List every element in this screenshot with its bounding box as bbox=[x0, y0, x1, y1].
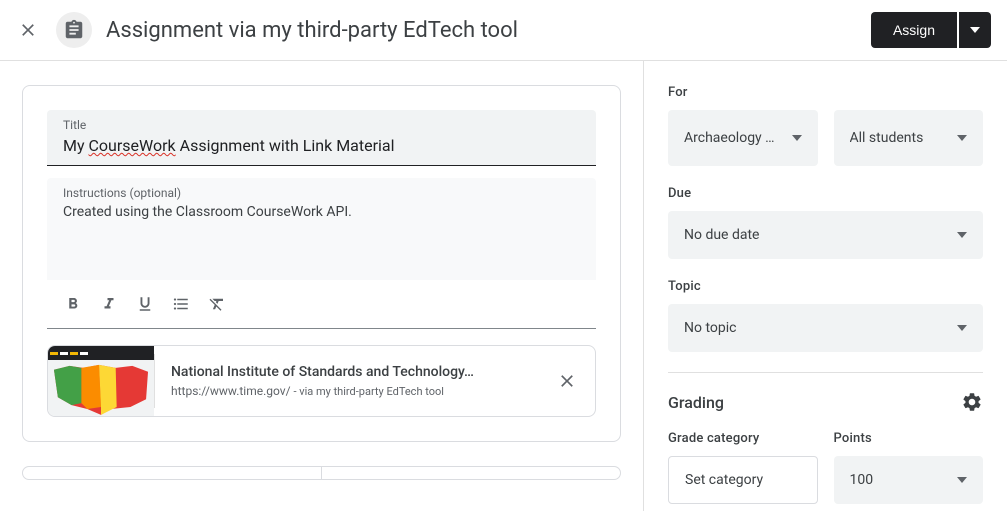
divider bbox=[668, 372, 983, 373]
assign-dropdown-button[interactable] bbox=[959, 12, 991, 48]
underline-button[interactable] bbox=[127, 286, 163, 322]
underline-icon bbox=[136, 295, 154, 313]
main-column: Title My CourseWork Assignment with Link… bbox=[0, 61, 643, 511]
header-bar: Assignment via my third-party EdTech too… bbox=[0, 0, 1007, 61]
settings-sidebar: For Archaeology … All students Due No du… bbox=[643, 61, 1007, 511]
assignment-card: Title My CourseWork Assignment with Link… bbox=[22, 85, 621, 442]
instructions-input[interactable]: Created using the Classroom CourseWork A… bbox=[63, 204, 580, 220]
page-title: Assignment via my third-party EdTech too… bbox=[106, 18, 871, 43]
title-input[interactable]: My CourseWork Assignment with Link Mater… bbox=[63, 136, 395, 155]
clear-format-button[interactable] bbox=[199, 286, 235, 322]
gear-icon bbox=[961, 391, 983, 413]
close-button[interactable] bbox=[8, 10, 48, 50]
bold-icon bbox=[64, 295, 82, 313]
for-label: For bbox=[668, 85, 983, 100]
attachment-url: https://www.time.gov/ bbox=[171, 384, 291, 398]
caret-down-icon bbox=[957, 232, 967, 238]
assign-button-group: Assign bbox=[871, 12, 991, 48]
assignment-type-icon-wrap bbox=[56, 12, 92, 48]
points-select[interactable]: 100 bbox=[834, 456, 984, 504]
title-spellcheck-word: CourseWork bbox=[89, 136, 176, 155]
caret-down-icon bbox=[957, 325, 967, 331]
secondary-card bbox=[22, 466, 621, 480]
caret-down-icon bbox=[957, 477, 967, 483]
attachment-card[interactable]: National Institute of Standards and Tech… bbox=[47, 345, 596, 417]
grade-category-select[interactable]: Set category bbox=[668, 456, 818, 504]
format-toolbar bbox=[47, 280, 596, 329]
attachment-via: - via my third-party EdTech tool bbox=[294, 385, 444, 398]
close-icon bbox=[18, 20, 38, 40]
title-label: Title bbox=[63, 118, 580, 132]
assign-button[interactable]: Assign bbox=[871, 12, 957, 48]
clipboard-icon bbox=[63, 19, 85, 41]
attachment-info: National Institute of Standards and Tech… bbox=[154, 354, 539, 408]
map-thumbnail-icon bbox=[52, 360, 150, 416]
italic-icon bbox=[100, 295, 118, 313]
attachment-remove-button[interactable] bbox=[539, 371, 595, 391]
list-icon bbox=[172, 295, 190, 313]
instructions-label: Instructions (optional) bbox=[63, 186, 580, 200]
topic-label: Topic bbox=[668, 279, 983, 294]
clear-format-icon bbox=[208, 295, 226, 313]
caret-down-icon bbox=[792, 135, 802, 141]
caret-down-icon bbox=[957, 135, 967, 141]
bold-button[interactable] bbox=[55, 286, 91, 322]
grading-heading: Grading bbox=[668, 393, 724, 412]
class-select[interactable]: Archaeology … bbox=[668, 110, 818, 166]
grading-settings-button[interactable] bbox=[961, 391, 983, 413]
grade-category-label: Grade category bbox=[668, 431, 818, 446]
due-label: Due bbox=[668, 186, 983, 201]
title-field[interactable]: Title My CourseWork Assignment with Link… bbox=[47, 110, 596, 166]
points-label: Points bbox=[834, 431, 984, 446]
topic-select[interactable]: No topic bbox=[668, 304, 983, 352]
students-select[interactable]: All students bbox=[834, 110, 984, 166]
bullet-list-button[interactable] bbox=[163, 286, 199, 322]
caret-down-icon bbox=[970, 27, 980, 33]
attachment-thumbnail bbox=[48, 346, 154, 416]
due-date-select[interactable]: No due date bbox=[668, 211, 983, 259]
attachment-title: National Institute of Standards and Tech… bbox=[171, 364, 523, 380]
italic-button[interactable] bbox=[91, 286, 127, 322]
close-icon bbox=[557, 371, 577, 391]
instructions-field[interactable]: Instructions (optional) Created using th… bbox=[47, 178, 596, 280]
